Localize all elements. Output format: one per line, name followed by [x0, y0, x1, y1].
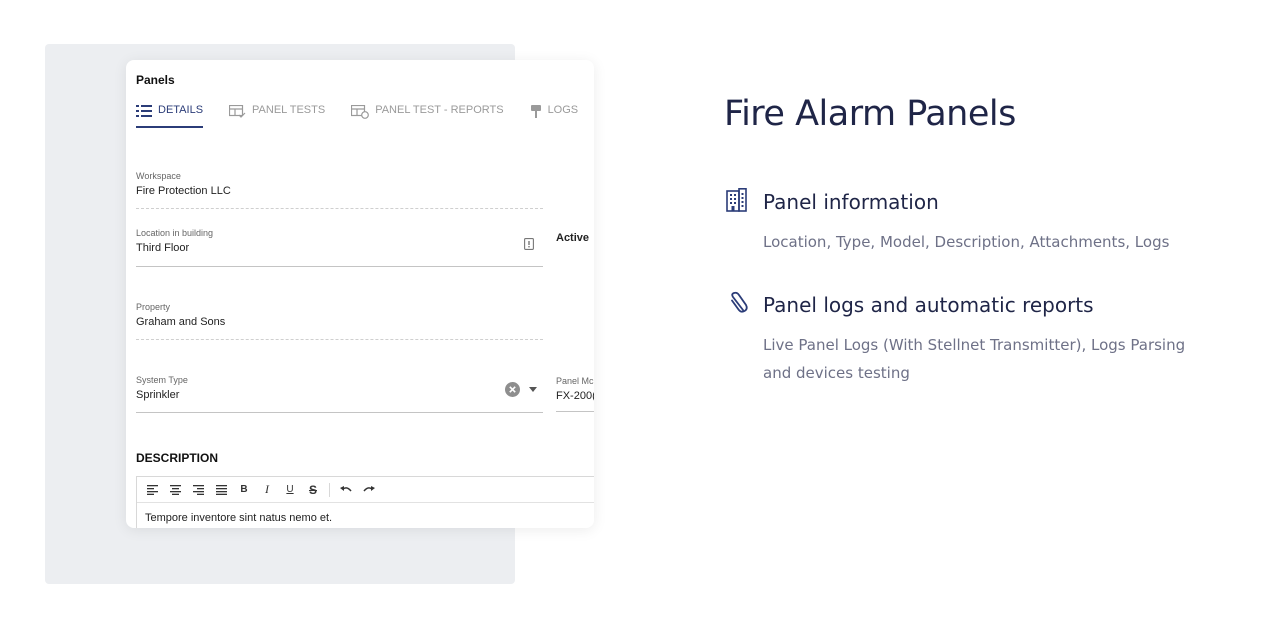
panels-card: Panels DETAILS PANEL TESTS PANEL TEST - … [126, 60, 594, 528]
description-heading: DESCRIPTION [136, 451, 219, 465]
panel-model-label: Panel Mc [556, 376, 594, 386]
clipboard-icon[interactable] [524, 238, 534, 250]
workspace-value: Fire Protection LLC [136, 185, 231, 197]
feature-desc-panel-information: Location, Type, Model, Description, Atta… [763, 233, 1170, 251]
location-field[interactable]: Location in building Third Floor [136, 228, 543, 267]
system-type-select[interactable]: System Type Sprinkler [136, 375, 543, 413]
description-text[interactable]: Tempore inventore sint natus nemo et. [137, 503, 594, 528]
tab-panel-test-reports-label: PANEL TEST - REPORTS [375, 104, 504, 116]
table-check-icon [229, 105, 246, 118]
feature-desc-panel-logs: Live Panel Logs (With Stellnet Transmitt… [763, 336, 1186, 382]
toolbar-divider [329, 482, 330, 497]
property-field[interactable]: Property Graham and Sons [136, 302, 543, 340]
location-value: Third Floor [136, 242, 190, 254]
tab-logs-label: LOGS [547, 104, 579, 116]
bold-icon[interactable]: B [237, 483, 251, 497]
location-label: Location in building [136, 228, 214, 238]
chevron-down-icon[interactable] [529, 387, 537, 392]
tab-details-label: DETAILS [158, 104, 204, 116]
panel-model-value: FX-200( [556, 390, 594, 402]
workspace-field[interactable]: Workspace Fire Protection LLC [136, 171, 543, 209]
editor-toolbar: B I U S [137, 477, 594, 503]
align-center-icon[interactable] [168, 483, 182, 497]
table-report-icon [351, 105, 370, 119]
align-left-icon[interactable] [145, 483, 159, 497]
underline-icon[interactable]: U [283, 483, 297, 497]
redo-icon[interactable] [362, 483, 376, 497]
page-title: Fire Alarm Panels [724, 94, 1016, 134]
paperclip-icon [731, 291, 748, 313]
property-value: Graham and Sons [136, 316, 226, 328]
card-title: Panels [136, 73, 175, 87]
align-justify-icon[interactable] [214, 483, 228, 497]
description-editor[interactable]: B I U S Tempore inventore sint natus nem… [136, 476, 594, 528]
pin-icon [530, 105, 541, 118]
workspace-label: Workspace [136, 171, 181, 181]
feature-title-panel-information: Panel information [763, 190, 939, 214]
list-icon [136, 105, 152, 117]
tab-details[interactable]: DETAILS [136, 104, 204, 128]
building-icon [726, 188, 747, 212]
align-right-icon[interactable] [191, 483, 205, 497]
italic-icon[interactable]: I [260, 482, 274, 497]
tab-logs[interactable]: LOGS [530, 104, 579, 128]
tab-panel-tests[interactable]: PANEL TESTS [229, 104, 325, 128]
undo-icon[interactable] [339, 483, 353, 497]
tab-bar: DETAILS PANEL TESTS PANEL TEST - REPORTS [136, 104, 594, 128]
tab-panel-tests-label: PANEL TESTS [252, 104, 326, 116]
panel-model-field[interactable]: Panel Mc FX-200( [556, 376, 594, 412]
system-type-label: System Type [136, 375, 188, 385]
strikethrough-icon[interactable]: S [306, 483, 320, 497]
tab-panel-test-reports[interactable]: PANEL TEST - REPORTS [351, 104, 504, 128]
system-type-value: Sprinkler [136, 389, 180, 401]
active-label: Active [556, 232, 590, 244]
property-label: Property [136, 302, 171, 312]
feature-title-panel-logs: Panel logs and automatic reports [763, 293, 1094, 317]
clear-icon[interactable] [505, 382, 520, 397]
